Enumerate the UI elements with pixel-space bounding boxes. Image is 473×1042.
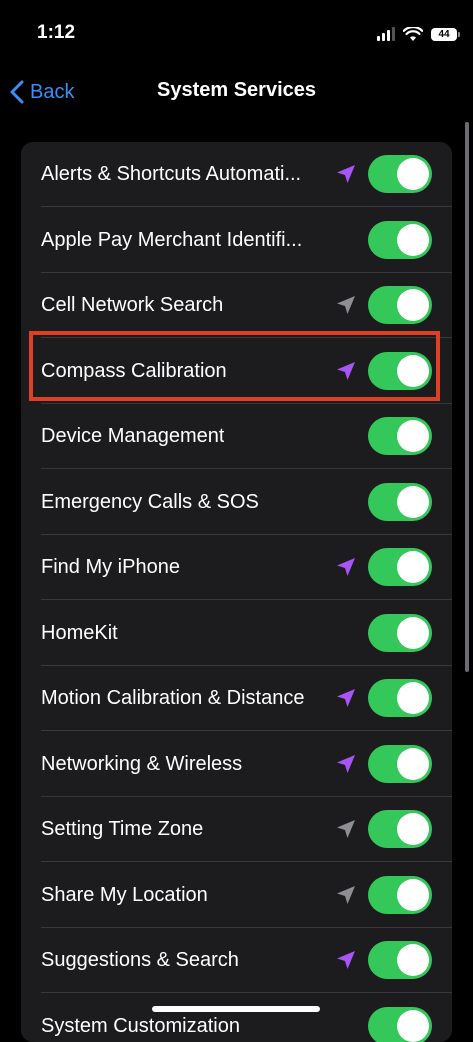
service-label: Share My Location: [41, 863, 208, 928]
toggle-knob: [397, 944, 429, 976]
status-time: 1:12: [37, 22, 75, 44]
service-label: HomeKit: [41, 601, 118, 666]
highlight-box: [29, 331, 440, 401]
service-label: Find My iPhone: [41, 535, 180, 600]
service-row: HomeKit: [21, 601, 452, 666]
purple-location-arrow-icon: [335, 163, 357, 185]
toggle-knob: [397, 813, 429, 845]
service-row: System Customization: [21, 994, 452, 1042]
status-bar: 1:12 44: [0, 0, 473, 70]
service-row: Cell Network Search: [21, 273, 452, 338]
service-label: Setting Time Zone: [41, 797, 203, 862]
toggle-switch[interactable]: [368, 1007, 432, 1042]
toggle-switch[interactable]: [368, 286, 432, 324]
scroll-indicator[interactable]: [465, 122, 469, 672]
service-row: Apple Pay Merchant Identifi...: [21, 208, 452, 273]
service-row: Share My Location: [21, 863, 452, 928]
service-row: Setting Time Zone: [21, 797, 452, 862]
purple-location-arrow-icon: [335, 949, 357, 971]
toggle-knob: [397, 748, 429, 780]
service-row: Alerts & Shortcuts Automati...: [21, 142, 452, 207]
service-row: Motion Calibration & Distance: [21, 666, 452, 731]
toggle-switch[interactable]: [368, 548, 432, 586]
toggle-knob: [397, 682, 429, 714]
toggle-knob: [397, 486, 429, 518]
toggle-knob: [397, 879, 429, 911]
toggle-switch[interactable]: [368, 810, 432, 848]
service-label: Apple Pay Merchant Identifi...: [41, 208, 302, 273]
toggle-switch[interactable]: [368, 941, 432, 979]
toggle-knob: [397, 420, 429, 452]
status-icons: 44: [377, 24, 457, 44]
service-label: Alerts & Shortcuts Automati...: [41, 142, 301, 207]
home-indicator[interactable]: [152, 1006, 320, 1012]
toggle-switch[interactable]: [368, 483, 432, 521]
service-label: Emergency Calls & SOS: [41, 470, 259, 535]
toggle-knob: [397, 289, 429, 321]
service-row: Suggestions & Search: [21, 928, 452, 993]
toggle-knob: [397, 1010, 429, 1042]
toggle-switch[interactable]: [368, 745, 432, 783]
toggle-switch[interactable]: [368, 155, 432, 193]
service-row: Networking & Wireless: [21, 732, 452, 797]
service-row: Device Management: [21, 404, 452, 469]
toggle-switch[interactable]: [368, 221, 432, 259]
toggle-switch[interactable]: [368, 417, 432, 455]
service-label: Cell Network Search: [41, 273, 223, 338]
service-row: Find My iPhone: [21, 535, 452, 600]
service-label: Motion Calibration & Distance: [41, 666, 304, 731]
service-label: System Customization: [41, 994, 240, 1042]
wifi-icon: [403, 27, 423, 42]
gray-location-arrow-icon: [335, 818, 357, 840]
purple-location-arrow-icon: [335, 687, 357, 709]
gray-location-arrow-icon: [335, 884, 357, 906]
cellular-signal-icon: [377, 27, 395, 41]
toggle-knob: [397, 224, 429, 256]
toggle-switch[interactable]: [368, 614, 432, 652]
service-label: Networking & Wireless: [41, 732, 242, 797]
system-services-list: Alerts & Shortcuts Automati...Apple Pay …: [21, 142, 452, 1042]
purple-location-arrow-icon: [335, 556, 357, 578]
service-row: Emergency Calls & SOS: [21, 470, 452, 535]
navigation-bar: Back System Services: [0, 70, 473, 114]
toggle-switch[interactable]: [368, 876, 432, 914]
toggle-knob: [397, 551, 429, 583]
page-title: System Services: [0, 79, 473, 102]
service-label: Device Management: [41, 404, 224, 469]
battery-icon: 44: [431, 28, 457, 41]
service-label: Suggestions & Search: [41, 928, 239, 993]
gray-location-arrow-icon: [335, 294, 357, 316]
toggle-switch[interactable]: [368, 679, 432, 717]
toggle-knob: [397, 158, 429, 190]
purple-location-arrow-icon: [335, 753, 357, 775]
toggle-knob: [397, 617, 429, 649]
